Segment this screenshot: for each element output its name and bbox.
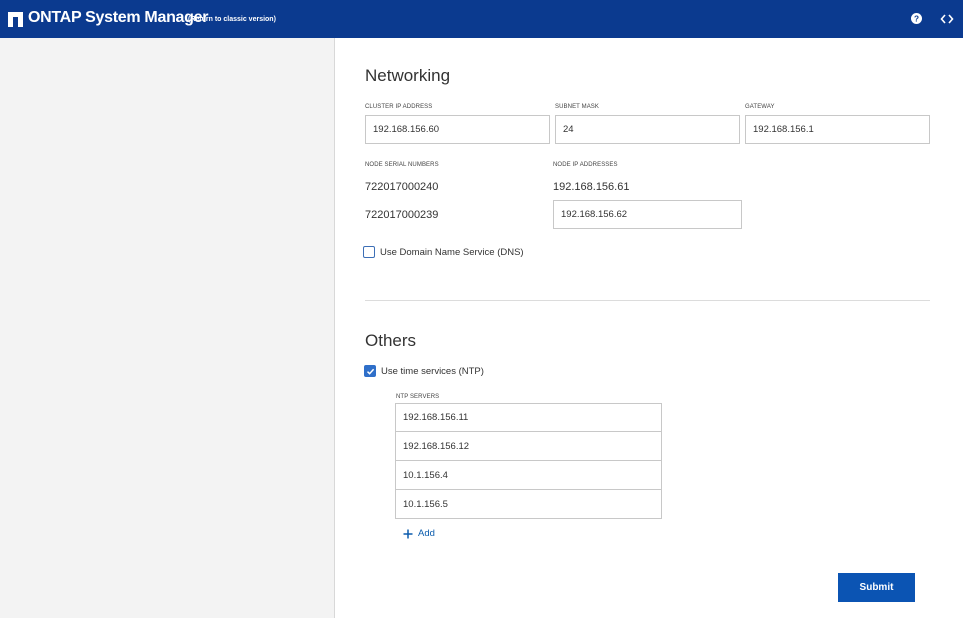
question-circle-icon[interactable]: ?	[911, 13, 922, 24]
cluster-ip-input[interactable]	[365, 115, 550, 144]
ntp-server-row[interactable]: 192.168.156.12	[395, 432, 662, 461]
ntp-checkbox[interactable]	[364, 365, 376, 377]
svg-text:?: ?	[914, 14, 919, 23]
add-ntp-server-button[interactable]: Add	[403, 528, 435, 539]
ntp-servers-label: NTP SERVERS	[396, 394, 440, 400]
ntp-checkbox-row[interactable]: Use time services (NTP)	[364, 365, 484, 377]
ntp-server-row[interactable]: 192.168.156.11	[395, 403, 662, 432]
dns-label: Use Domain Name Service (DNS)	[380, 246, 524, 258]
ntp-server-row[interactable]: 10.1.156.5	[395, 490, 662, 519]
top-bar: ONTAP System Manager (Return to classic …	[0, 0, 963, 38]
ntp-servers-list: 192.168.156.11 192.168.156.12 10.1.156.4…	[395, 403, 662, 519]
gateway-label: GATEWAY	[745, 104, 775, 110]
cluster-ip-label: CLUSTER IP ADDRESS	[365, 104, 433, 110]
return-to-classic-link[interactable]: (Return to classic version)	[188, 16, 276, 23]
gateway-input[interactable]	[745, 115, 930, 144]
netapp-logo	[8, 12, 23, 27]
ntp-label: Use time services (NTP)	[381, 365, 484, 377]
node-ip-label: NODE IP ADDRESSES	[553, 162, 618, 168]
node-serial-label: NODE SERIAL NUMBERS	[365, 162, 439, 168]
app-title: ONTAP System Manager	[28, 9, 209, 26]
node-ip-2-input[interactable]	[553, 200, 742, 229]
section-divider	[365, 300, 930, 301]
node-ip-1: 192.168.156.61	[553, 181, 630, 193]
others-title: Others	[365, 331, 417, 350]
subnet-mask-input[interactable]	[555, 115, 740, 144]
plus-icon	[403, 529, 413, 538]
node-serial-1: 722017000240	[365, 181, 439, 193]
dns-checkbox[interactable]	[363, 246, 375, 258]
node-serial-2: 722017000239	[365, 209, 439, 221]
networking-title: Networking	[365, 66, 451, 85]
code-brackets-icon[interactable]	[940, 13, 954, 25]
dns-checkbox-row[interactable]: Use Domain Name Service (DNS)	[363, 246, 524, 258]
ntp-server-row[interactable]: 10.1.156.4	[395, 461, 662, 490]
add-label: Add	[418, 528, 435, 539]
subnet-mask-label: SUBNET MASK	[555, 104, 599, 110]
checkmark-icon	[366, 368, 374, 375]
submit-button[interactable]: Submit	[838, 573, 915, 602]
sidebar-panel	[0, 38, 335, 618]
